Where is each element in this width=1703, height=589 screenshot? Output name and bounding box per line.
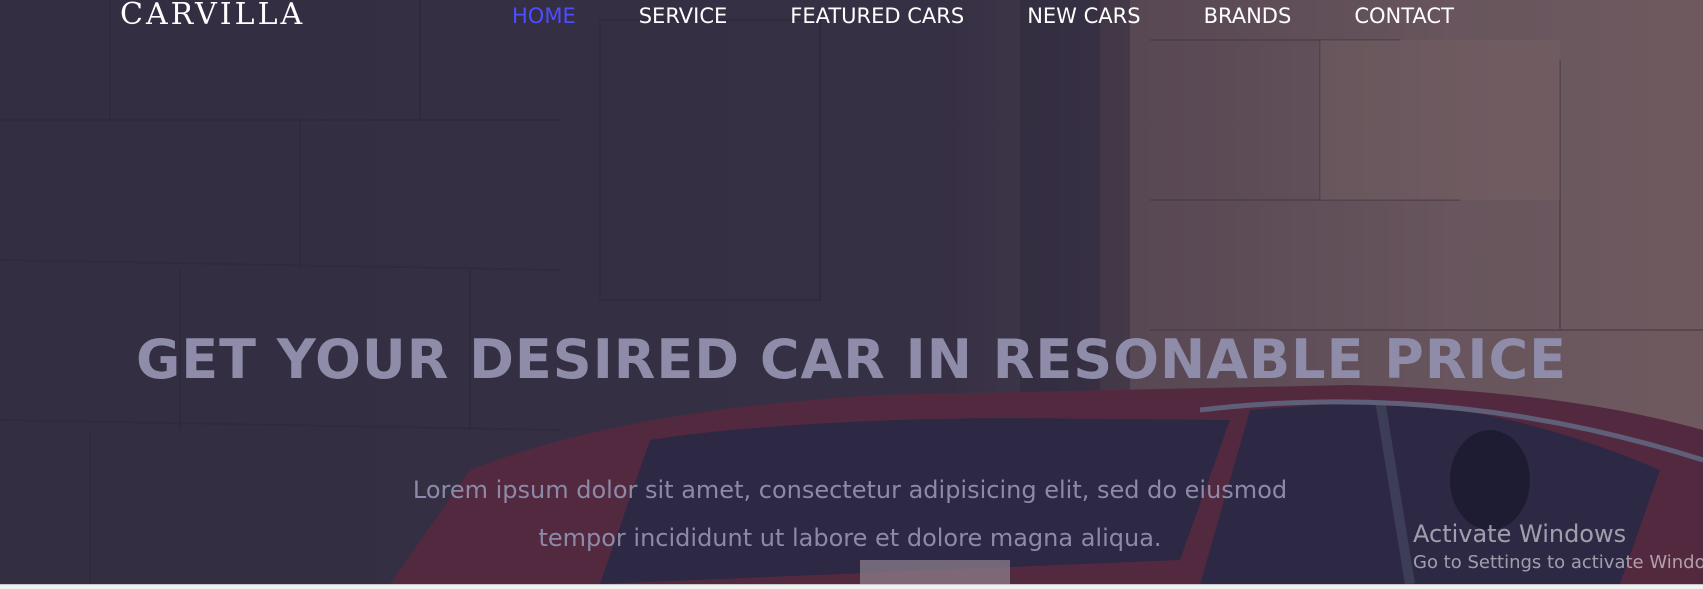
nav-item-contact[interactable]: CONTACT [1354,4,1454,28]
windows-activation-watermark: Activate Windows Go to Settings to activ… [1413,518,1703,576]
nav-item-featured-cars[interactable]: FEATURED CARS [790,4,964,28]
top-navbar: CARVILLA HOME SERVICE FEATURED CARS NEW … [0,0,1703,36]
nav-menu: HOME SERVICE FEATURED CARS NEW CARS BRAN… [512,4,1517,28]
hero-subtitle-line-2: tempor incididunt ut labore et dolore ma… [538,524,1162,552]
watermark-subtitle: Go to Settings to activate Windows. [1413,552,1703,573]
page-bottom-edge [0,584,1703,589]
nav-item-brands[interactable]: BRANDS [1204,4,1292,28]
page: CARVILLA HOME SERVICE FEATURED CARS NEW … [0,0,1703,589]
hero-section: CARVILLA HOME SERVICE FEATURED CARS NEW … [0,0,1703,584]
watermark-title: Activate Windows [1413,520,1627,548]
nav-item-service[interactable]: SERVICE [639,4,728,28]
hero-subtitle: Lorem ipsum dolor sit amet, consectetur … [300,466,1400,562]
nav-item-new-cars[interactable]: NEW CARS [1027,4,1140,28]
hero-title: GET YOUR DESIRED CAR IN RESONABLE PRICE [135,328,1568,391]
brand-logo[interactable]: CARVILLA [120,0,305,32]
nav-item-home[interactable]: HOME [512,4,576,28]
hero-subtitle-line-1: Lorem ipsum dolor sit amet, consectetur … [412,476,1288,504]
